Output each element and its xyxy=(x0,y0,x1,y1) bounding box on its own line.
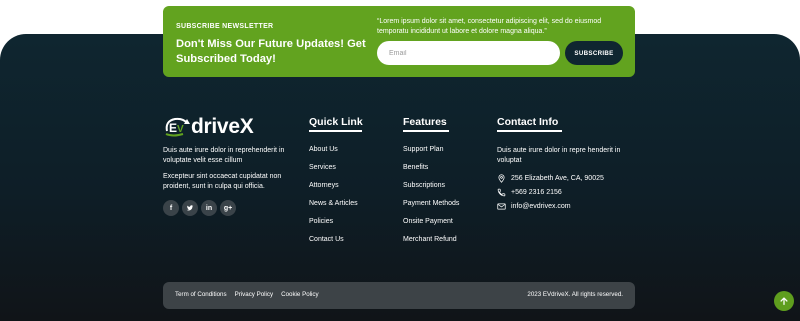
newsletter-quote: “Lorem ipsum dolor sit amet, consectetur… xyxy=(377,18,602,36)
arrow-up-icon xyxy=(780,297,788,305)
email-input[interactable] xyxy=(377,41,560,65)
contact-address: 256 Elizabeth Ave, CA, 90025 xyxy=(497,174,604,183)
footer-link-merchant-refund[interactable]: Merchant Refund xyxy=(403,235,459,253)
quick-link-underline xyxy=(309,130,362,132)
newsletter-heading: Don't Miss Our Future Updates! Get Subsc… xyxy=(176,38,366,66)
footer-link-about-us[interactable]: About Us xyxy=(309,145,358,163)
contact-address-text: 256 Elizabeth Ave, CA, 90025 xyxy=(511,175,604,182)
about-text-2: Excepteur sint occaecat cupidatat non pr… xyxy=(163,173,282,191)
svg-text:E: E xyxy=(169,121,177,135)
legal-links: Term of Conditions Privacy Policy Cookie… xyxy=(175,291,319,298)
contact-phone-text: +569 2316 2156 xyxy=(511,189,562,196)
contact-email-text: info@evdrivex.com xyxy=(511,203,571,210)
footer-link-contact-us[interactable]: Contact Us xyxy=(309,235,358,253)
contact-email[interactable]: info@evdrivex.com xyxy=(497,202,571,211)
footer-link-news-articles[interactable]: News & Articles xyxy=(309,199,358,217)
quick-link-list: About Us Services Attorneys News & Artic… xyxy=(309,145,358,253)
contact-info-underline xyxy=(497,130,562,132)
footer-link-benefits[interactable]: Benefits xyxy=(403,163,459,181)
envelope-icon xyxy=(497,203,506,210)
features-title: Features xyxy=(403,116,447,128)
phone-icon xyxy=(497,188,506,197)
footer-link-attorneys[interactable]: Attorneys xyxy=(309,181,358,199)
subscribe-button[interactable]: SUBSCRIBE xyxy=(565,41,623,65)
privacy-policy-link[interactable]: Privacy Policy xyxy=(235,291,274,298)
back-to-top-button[interactable] xyxy=(774,291,794,311)
twitter-icon[interactable] xyxy=(182,200,198,216)
brand-logo[interactable]: E V driveX xyxy=(163,113,254,141)
newsletter-card: SUBSCRIBE NEWSLETTER Don't Miss Our Futu… xyxy=(163,6,635,77)
footer-link-services[interactable]: Services xyxy=(309,163,358,181)
newsletter-kicker: SUBSCRIBE NEWSLETTER xyxy=(176,23,274,30)
copyright-text: 2023 EVdriveX. All rights reserved. xyxy=(527,291,623,298)
contact-phone[interactable]: +569 2316 2156 xyxy=(497,188,562,197)
terms-link[interactable]: Term of Conditions xyxy=(175,291,227,298)
facebook-icon[interactable]: f xyxy=(163,200,179,216)
contact-info-title: Contact Info xyxy=(497,116,559,128)
footer-link-payment-methods[interactable]: Payment Methods xyxy=(403,199,459,217)
svg-text:V: V xyxy=(177,124,184,135)
footer-link-subscriptions[interactable]: Subscriptions xyxy=(403,181,459,199)
quick-link-title: Quick Link xyxy=(309,116,363,128)
features-list: Support Plan Benefits Subscriptions Paym… xyxy=(403,145,459,253)
google-plus-icon[interactable]: g+ xyxy=(220,200,236,216)
cookie-policy-link[interactable]: Cookie Policy xyxy=(281,291,319,298)
social-links: f in g+ xyxy=(163,200,236,216)
footer-background xyxy=(0,34,800,321)
about-text-1: Duis aute irure dolor in reprehenderit i… xyxy=(163,147,285,165)
features-underline xyxy=(403,130,449,132)
footer-link-support-plan[interactable]: Support Plan xyxy=(403,145,459,163)
logo-wordmark: driveX xyxy=(191,115,254,138)
bottom-bar: Term of Conditions Privacy Policy Cookie… xyxy=(163,282,635,309)
footer-link-onsite-payment[interactable]: Onsite Payment xyxy=(403,217,459,235)
footer-link-policies[interactable]: Policies xyxy=(309,217,358,235)
location-pin-icon xyxy=(498,174,505,183)
linkedin-icon[interactable]: in xyxy=(201,200,217,216)
plug-icon: E V xyxy=(163,115,191,139)
contact-description: Duis aute irure dolor in repre henderit … xyxy=(497,147,621,165)
